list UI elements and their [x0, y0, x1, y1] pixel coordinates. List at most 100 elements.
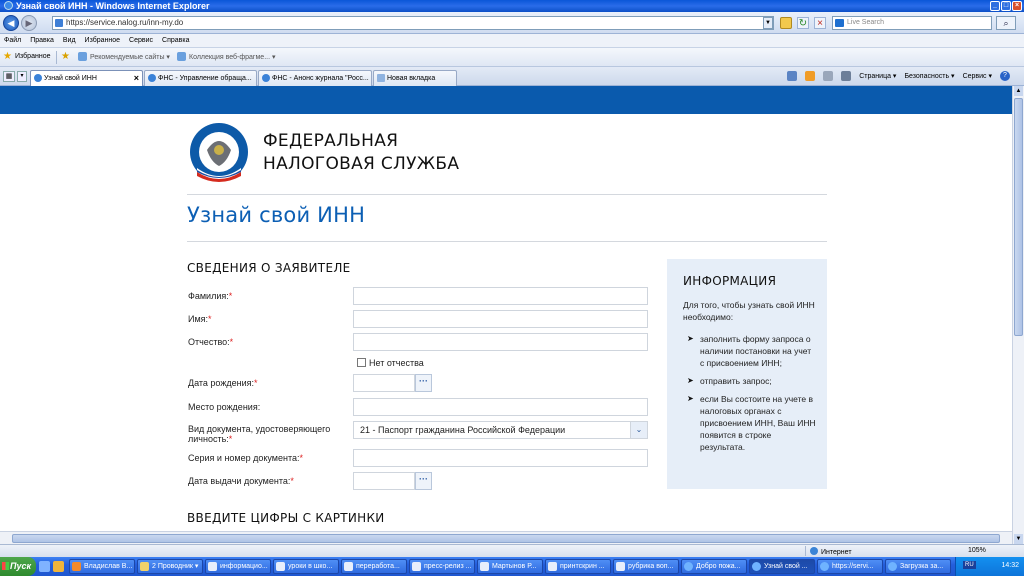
menu-tools[interactable]: Сервис [129, 37, 153, 44]
favbar-separator [56, 51, 57, 64]
doc-issue-calendar-button[interactable]: ··· [415, 472, 432, 490]
minimize-button[interactable]: _ [990, 1, 1000, 11]
doc-type-value: 21 - Паспорт гражданина Российской Федер… [360, 425, 566, 435]
vertical-scrollbar[interactable]: ▲ ▼ [1012, 86, 1024, 544]
mail-icon[interactable] [823, 71, 834, 81]
live-search-icon [835, 19, 844, 27]
word-doc-icon [548, 562, 557, 571]
doc-type-select[interactable]: 21 - Паспорт гражданина Российской Федер… [353, 421, 648, 439]
safety-menu[interactable]: Безопасность ▾ [904, 72, 954, 80]
lock-icon[interactable] [780, 17, 792, 29]
menu-help[interactable]: Справка [162, 37, 189, 44]
tools-menu[interactable]: Сервис ▾ [963, 72, 992, 80]
taskbar-item[interactable]: Мартынов Р... [477, 559, 543, 574]
add-favorite-icon[interactable]: ★ [61, 52, 70, 62]
scroll-up-icon[interactable]: ▲ [1014, 86, 1023, 96]
taskbar-item[interactable]: информацио... [205, 559, 271, 574]
print-icon[interactable] [841, 71, 852, 81]
folder-icon [140, 562, 149, 571]
zoom-level[interactable]: 105% [968, 547, 986, 554]
tab-fns-journal[interactable]: ФНС - Анонс журнала "Росс... [258, 70, 372, 86]
no-patronymic-checkbox[interactable] [357, 358, 366, 367]
surname-input[interactable] [353, 287, 648, 305]
language-indicator[interactable]: RU [963, 561, 976, 569]
favorites-bar: ★ Избранное ★ Рекомендуемые сайты ▾ Колл… [0, 48, 1024, 67]
taskbar-item[interactable]: Владислав В... [69, 559, 135, 574]
tab-favicon-icon [34, 74, 42, 82]
close-tab-icon[interactable]: × [134, 71, 139, 86]
taskbar-item[interactable]: пресс-релиз ... [409, 559, 475, 574]
doc-number-input[interactable] [353, 449, 648, 467]
tab-new[interactable]: Новая вкладка [373, 70, 457, 86]
ie-icon [888, 562, 897, 571]
page-title: Узнай свой ИНН [187, 203, 366, 227]
quick-tabs-icon[interactable]: ▦ [3, 71, 15, 82]
quicklaunch-desktop-icon[interactable] [53, 561, 64, 572]
ie-icon [684, 562, 693, 571]
taskbar-item[interactable]: 2 Проводник ▾ [137, 559, 203, 574]
taskbar-item[interactable]: рубрика воп... [613, 559, 679, 574]
birth-date-input[interactable] [353, 374, 415, 392]
scroll-down-icon[interactable]: ▼ [1014, 534, 1023, 544]
tab-list-icon[interactable]: ▾ [17, 71, 27, 82]
tab-fns-management[interactable]: ФНС - Управление обраща... [144, 70, 257, 86]
stop-button[interactable]: × [814, 17, 826, 29]
menu-view[interactable]: Вид [63, 37, 76, 44]
doc-issue-date-input[interactable] [353, 472, 415, 490]
patronymic-input[interactable] [353, 333, 648, 351]
search-button[interactable]: ⌕ [996, 16, 1016, 30]
search-input[interactable]: Live Search [832, 16, 992, 30]
doc-issue-label: Дата выдачи документа:* [188, 476, 294, 486]
help-icon[interactable]: ? [1000, 71, 1010, 81]
web-slice-gallery-icon [177, 52, 186, 61]
start-button[interactable]: Пуск [0, 557, 36, 576]
taskbar-item[interactable]: Загрузка за... [885, 559, 951, 574]
new-tab-icon [377, 74, 385, 82]
menu-favorites[interactable]: Избранное [85, 37, 120, 44]
tab-label: Узнай свой ИНН [44, 75, 97, 82]
home-icon[interactable] [787, 71, 798, 81]
tab-label: Новая вкладка [387, 75, 436, 82]
tab-uznai-inn[interactable]: Узнай свой ИНН × [30, 70, 143, 86]
fns-emblem-logo [190, 123, 248, 182]
taskbar-item[interactable]: переработа... [341, 559, 407, 574]
favorites-button[interactable]: Избранное [15, 53, 50, 60]
birth-place-input[interactable] [353, 398, 648, 416]
suggested-sites-link[interactable]: Рекомендуемые сайты ▾ [90, 53, 170, 61]
close-window-button[interactable]: × [1012, 1, 1022, 11]
maximize-button[interactable]: □ [1001, 1, 1011, 11]
refresh-button[interactable]: ↻ [797, 17, 809, 29]
surname-label: Фамилия:* [188, 291, 233, 301]
suggested-sites-icon [78, 52, 87, 61]
patronymic-label: Отчество:* [188, 337, 234, 347]
horizontal-scroll-thumb[interactable] [12, 534, 1000, 543]
birth-date-calendar-button[interactable]: ··· [415, 374, 432, 392]
menu-file[interactable]: Файл [4, 37, 21, 44]
info-heading: ИНФОРМАЦИЯ [683, 274, 777, 288]
horizontal-scrollbar[interactable] [0, 531, 1012, 544]
taskbar-item[interactable]: принтскрин ... [545, 559, 611, 574]
windows-taskbar: Пуск Владислав В... 2 Проводник ▾ информ… [0, 557, 1024, 576]
menu-edit[interactable]: Правка [30, 37, 54, 44]
info-intro: Для того, чтобы узнать свой ИНН необходи… [683, 300, 815, 322]
page-menu[interactable]: Страница ▾ [859, 72, 896, 80]
taskbar-item[interactable]: https://servi... [817, 559, 883, 574]
web-slice-gallery-link[interactable]: Коллекция веб-фрагме... ▾ [189, 53, 276, 61]
taskbar-item-active[interactable]: Узнай свой ... [749, 559, 815, 574]
forward-button[interactable]: ▶ [21, 15, 37, 31]
chevron-down-icon[interactable]: ⌄ [630, 422, 647, 438]
divider [187, 194, 827, 195]
address-bar[interactable]: https://service.nalog.ru/inn-my.do [52, 16, 774, 30]
no-patronymic-label[interactable]: Нет отчества [369, 358, 424, 368]
quicklaunch-ie-icon[interactable] [39, 561, 50, 572]
favorites-star-icon[interactable]: ★ [3, 52, 12, 62]
address-dropdown-button[interactable]: ▼ [763, 17, 773, 29]
taskbar-item[interactable]: Добро пожа... [681, 559, 747, 574]
vertical-scroll-thumb[interactable] [1014, 98, 1023, 336]
name-input[interactable] [353, 310, 648, 328]
taskbar-item[interactable]: уроки в шко... [273, 559, 339, 574]
back-button[interactable]: ◀ [3, 15, 19, 31]
divider [187, 241, 827, 242]
feeds-icon[interactable] [805, 71, 816, 81]
list-item: ➤ заполнить форму запроса о наличии поста… [687, 334, 812, 368]
